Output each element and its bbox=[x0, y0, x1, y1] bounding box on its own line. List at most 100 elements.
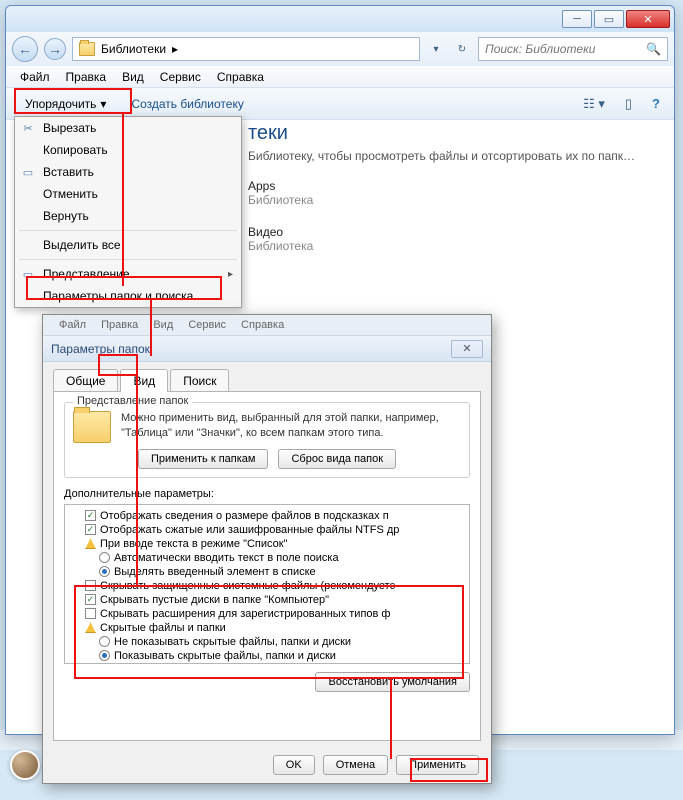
tree-row[interactable]: Показывать скрытые файлы, папки и диски bbox=[69, 649, 465, 663]
folder-icon bbox=[79, 42, 95, 56]
tree-row[interactable]: При вводе текста в режиме "Список" bbox=[69, 537, 465, 551]
dialog-close-button[interactable]: ✕ bbox=[451, 340, 483, 358]
radio-icon bbox=[99, 552, 110, 563]
tree-row[interactable]: Скрывать расширения для зарегистрированн… bbox=[69, 607, 465, 621]
tab-search[interactable]: Поиск bbox=[170, 369, 229, 392]
cut-icon: ✂ bbox=[21, 121, 35, 135]
content-area: теки Библиотеку, чтобы просмотреть файлы… bbox=[248, 122, 666, 271]
titlebar: ─ ▭ ✕ bbox=[6, 6, 674, 32]
folder-options-dialog: Файл Правка Вид Сервис Справка Параметры… bbox=[42, 314, 492, 784]
library-item[interactable]: Видео Библиотека bbox=[248, 225, 666, 253]
dialog-titlebar: Параметры папок ✕ bbox=[43, 336, 491, 362]
warning-icon bbox=[85, 622, 96, 633]
tree-row[interactable]: Отображать сжатые или зашифрованные файл… bbox=[69, 523, 465, 537]
avatar bbox=[10, 750, 40, 780]
maximize-button[interactable]: ▭ bbox=[594, 10, 624, 28]
library-type: Библиотека bbox=[248, 239, 666, 253]
ok-button[interactable]: OK bbox=[273, 755, 315, 775]
checkbox-icon bbox=[85, 510, 96, 521]
tabs: Общие Вид Поиск bbox=[43, 362, 491, 391]
warning-icon bbox=[85, 538, 96, 549]
library-item[interactable]: Apps Библиотека bbox=[248, 179, 666, 207]
menu-select-all[interactable]: Выделить все bbox=[15, 234, 241, 256]
tree-label: Автоматически вводить текст в поле поиск… bbox=[114, 552, 339, 564]
tree-row[interactable]: Скрывать защищенные системные файлы (рек… bbox=[69, 579, 465, 593]
create-library-link[interactable]: Создать библиотеку bbox=[131, 97, 243, 111]
address-text: Библиотеки bbox=[101, 42, 166, 56]
tree-row[interactable]: Скрытые файлы и папки bbox=[69, 621, 465, 635]
tree-label: Показывать скрытые файлы, папки и диски bbox=[114, 650, 336, 662]
view-options-button[interactable]: ☷ ▾ bbox=[577, 94, 611, 114]
layout-icon: ▭ bbox=[21, 267, 35, 281]
radio-icon bbox=[99, 636, 110, 647]
menu-copy[interactable]: Копировать bbox=[15, 139, 241, 161]
advanced-tree[interactable]: Отображать сведения о размере файлов в п… bbox=[64, 504, 470, 664]
tree-label: Отображать сведения о размере файлов в п… bbox=[100, 510, 389, 522]
tab-body: Представление папок Можно применить вид,… bbox=[53, 391, 481, 741]
paste-icon: ▭ bbox=[21, 165, 35, 179]
address-arrow: ▸ bbox=[172, 42, 178, 56]
tree-row[interactable]: Не показывать скрытые файлы, папки и дис… bbox=[69, 635, 465, 649]
menu-tools[interactable]: Сервис bbox=[152, 68, 209, 86]
apply-button[interactable]: Применить bbox=[396, 755, 479, 775]
tree-label: Скрывать расширения для зарегистрированн… bbox=[100, 608, 390, 620]
help-button[interactable]: ? bbox=[646, 94, 666, 113]
group-text: Можно применить вид, выбранный для этой … bbox=[121, 411, 461, 441]
chevron-right-icon: ▸ bbox=[228, 269, 233, 280]
address-dropdown[interactable]: ▾ bbox=[426, 38, 446, 60]
menubar: Файл Правка Вид Сервис Справка bbox=[6, 66, 674, 88]
tree-row[interactable]: Выделять введенный элемент в списке bbox=[69, 565, 465, 579]
search-icon: 🔍 bbox=[646, 42, 661, 56]
menu-redo[interactable]: Вернуть bbox=[15, 205, 241, 227]
refresh-button[interactable]: ↻ bbox=[452, 38, 472, 60]
nav-back-button[interactable]: ← bbox=[12, 36, 38, 62]
radio-icon bbox=[99, 650, 110, 661]
close-button[interactable]: ✕ bbox=[626, 10, 670, 28]
menu-layout[interactable]: ▭Представление▸ bbox=[15, 263, 241, 285]
tab-view[interactable]: Вид bbox=[120, 369, 168, 392]
tree-label: Скрытые файлы и папки bbox=[100, 622, 226, 634]
tree-row[interactable]: Автоматически вводить текст в поле поиск… bbox=[69, 551, 465, 565]
checkbox-icon bbox=[85, 580, 96, 591]
tree-label: Отображать сжатые или зашифрованные файл… bbox=[100, 524, 399, 536]
preview-pane-button[interactable]: ▯ bbox=[619, 94, 638, 114]
minimize-button[interactable]: ─ bbox=[562, 10, 592, 28]
search-box[interactable]: 🔍 bbox=[478, 37, 668, 61]
menu-folder-options[interactable]: Параметры папок и поиска bbox=[15, 285, 241, 307]
menu-view[interactable]: Вид bbox=[114, 68, 152, 86]
library-name: Apps bbox=[248, 179, 666, 193]
tree-row[interactable]: Скрывать пустые диски в папке "Компьютер… bbox=[69, 593, 465, 607]
menu-undo[interactable]: Отменить bbox=[15, 183, 241, 205]
tree-label: Скрывать защищенные системные файлы (рек… bbox=[100, 580, 395, 592]
tree-row[interactable]: Отображать сведения о размере файлов в п… bbox=[69, 509, 465, 523]
menu-edit[interactable]: Правка bbox=[58, 68, 115, 86]
menu-cut[interactable]: ✂Вырезать bbox=[15, 117, 241, 139]
organize-label: Упорядочить bbox=[25, 97, 96, 111]
checkbox-icon bbox=[85, 608, 96, 619]
chevron-down-icon: ▾ bbox=[100, 97, 106, 111]
reset-folders-button[interactable]: Сброс вида папок bbox=[278, 449, 396, 469]
dialog-title: Параметры папок bbox=[51, 342, 150, 356]
cancel-button[interactable]: Отмена bbox=[323, 755, 388, 775]
apply-to-folders-button[interactable]: Применить к папкам bbox=[138, 449, 269, 469]
menu-file[interactable]: Файл bbox=[12, 68, 58, 86]
organize-dropdown: ✂Вырезать Копировать ▭Вставить Отменить … bbox=[14, 116, 242, 308]
menu-paste[interactable]: ▭Вставить bbox=[15, 161, 241, 183]
library-type: Библиотека bbox=[248, 193, 666, 207]
search-input[interactable] bbox=[485, 42, 646, 56]
organize-button[interactable]: Упорядочить ▾ bbox=[14, 93, 117, 115]
library-name: Видео bbox=[248, 225, 666, 239]
fake-menubar: Файл Правка Вид Сервис Справка bbox=[43, 315, 491, 336]
tab-general[interactable]: Общие bbox=[53, 369, 118, 392]
navbar: ← → Библиотеки ▸ ▾ ↻ 🔍 bbox=[6, 32, 674, 66]
radio-icon bbox=[99, 566, 110, 577]
menu-help[interactable]: Справка bbox=[209, 68, 272, 86]
nav-forward-button[interactable]: → bbox=[44, 38, 66, 60]
page-subtitle: Библиотеку, чтобы просмотреть файлы и от… bbox=[248, 149, 666, 163]
address-bar[interactable]: Библиотеки ▸ bbox=[72, 37, 420, 61]
tree-label: Выделять введенный элемент в списке bbox=[114, 566, 316, 578]
group-title: Представление папок bbox=[73, 395, 192, 407]
checkbox-icon bbox=[85, 524, 96, 535]
restore-defaults-button[interactable]: Восстановить умолчания bbox=[315, 672, 470, 692]
folder-big-icon bbox=[73, 411, 111, 443]
